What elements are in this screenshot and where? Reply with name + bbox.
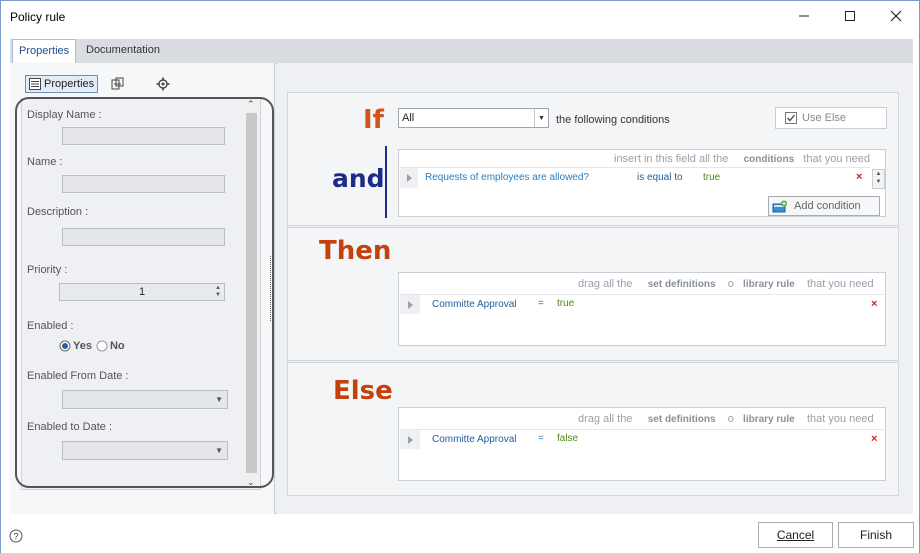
condition-row[interactable]: Requests of employees are allowed? is eq…: [400, 167, 870, 188]
properties-view-button[interactable]: Properties: [25, 75, 99, 93]
row-expander[interactable]: [400, 430, 420, 449]
else-action-row[interactable]: Committe Approval = false ×: [400, 429, 884, 449]
expand-arrow-icon: [407, 435, 413, 444]
cancel-button[interactable]: Cancel: [758, 522, 833, 548]
checkbox-icon[interactable]: [785, 112, 797, 124]
add-icon: [772, 200, 788, 213]
layout-icon[interactable]: [111, 77, 125, 91]
move-up-icon[interactable]: ▲: [873, 170, 884, 178]
then-hint: drag all the set definitions o library r…: [578, 278, 874, 290]
following-conditions-text: the following conditions: [556, 114, 670, 126]
row-expander[interactable]: [400, 168, 418, 188]
then-value[interactable]: true: [557, 298, 574, 309]
delete-action-icon[interactable]: ×: [871, 298, 877, 310]
add-condition-button[interactable]: Add condition: [768, 196, 880, 216]
minimize-icon: [798, 9, 810, 25]
else-equals: =: [538, 433, 544, 444]
highlight-outline: [15, 97, 274, 488]
then-equals: =: [538, 298, 544, 309]
title-bar: Policy rule: [1, 1, 919, 33]
finish-label: Finish: [859, 528, 892, 542]
tab-strip: Properties Documentation: [10, 39, 913, 63]
then-target[interactable]: Committe Approval: [432, 299, 516, 310]
cancel-label: Cancel: [776, 528, 815, 542]
gear-icon[interactable]: [156, 77, 170, 91]
then-action-row[interactable]: Committe Approval = true ×: [400, 294, 884, 314]
then-keyword: Then: [319, 236, 392, 266]
expand-arrow-icon: [406, 174, 412, 182]
tab-documentation[interactable]: Documentation: [80, 39, 166, 63]
add-condition-label: Add condition: [794, 200, 861, 212]
minimize-button[interactable]: [781, 1, 827, 33]
finish-button[interactable]: Finish: [838, 522, 914, 548]
move-down-icon[interactable]: ▼: [873, 178, 884, 186]
delete-action-icon[interactable]: ×: [871, 433, 877, 445]
else-hint: drag all the set definitions o library r…: [578, 413, 874, 425]
policy-rule-dialog: Policy rule Properties Documentation Pro…: [0, 0, 920, 553]
properties-grid-icon: [29, 78, 41, 90]
else-value[interactable]: false: [557, 433, 578, 444]
condition-order-arrows[interactable]: ▲ ▼: [872, 169, 885, 189]
and-bracket-line: [385, 146, 387, 218]
splitter-handle[interactable]: [270, 256, 273, 321]
chevron-down-icon[interactable]: ▼: [534, 109, 548, 127]
close-icon: [890, 9, 902, 25]
delete-condition-icon[interactable]: ×: [856, 171, 862, 183]
quantifier-select[interactable]: All ▼: [398, 108, 549, 128]
else-target[interactable]: Committe Approval: [432, 434, 516, 445]
use-else-toggle[interactable]: Use Else: [775, 107, 887, 129]
maximize-button[interactable]: [827, 1, 873, 33]
else-keyword: Else: [333, 376, 393, 406]
properties-view-label: Properties: [44, 78, 95, 90]
close-button[interactable]: [873, 1, 919, 33]
dialog-footer: ? Cancel Finish: [1, 516, 919, 553]
condition-subject[interactable]: Requests of employees are allowed?: [425, 172, 589, 183]
help-icon[interactable]: ?: [9, 529, 23, 543]
use-else-label: Use Else: [802, 112, 847, 124]
window-title: Policy rule: [10, 10, 66, 24]
quantifier-value: All: [402, 112, 415, 124]
and-keyword: and: [332, 164, 385, 193]
expand-arrow-icon: [407, 300, 413, 309]
maximize-icon: [844, 9, 856, 25]
condition-value[interactable]: true: [703, 172, 720, 183]
row-expander[interactable]: [400, 295, 420, 314]
condition-operator[interactable]: is equal to: [637, 172, 683, 183]
svg-text:?: ?: [13, 532, 18, 542]
tab-properties[interactable]: Properties: [12, 39, 77, 63]
if-keyword: If: [363, 105, 384, 135]
conditions-hint: insert in this field all the conditions …: [614, 153, 871, 165]
